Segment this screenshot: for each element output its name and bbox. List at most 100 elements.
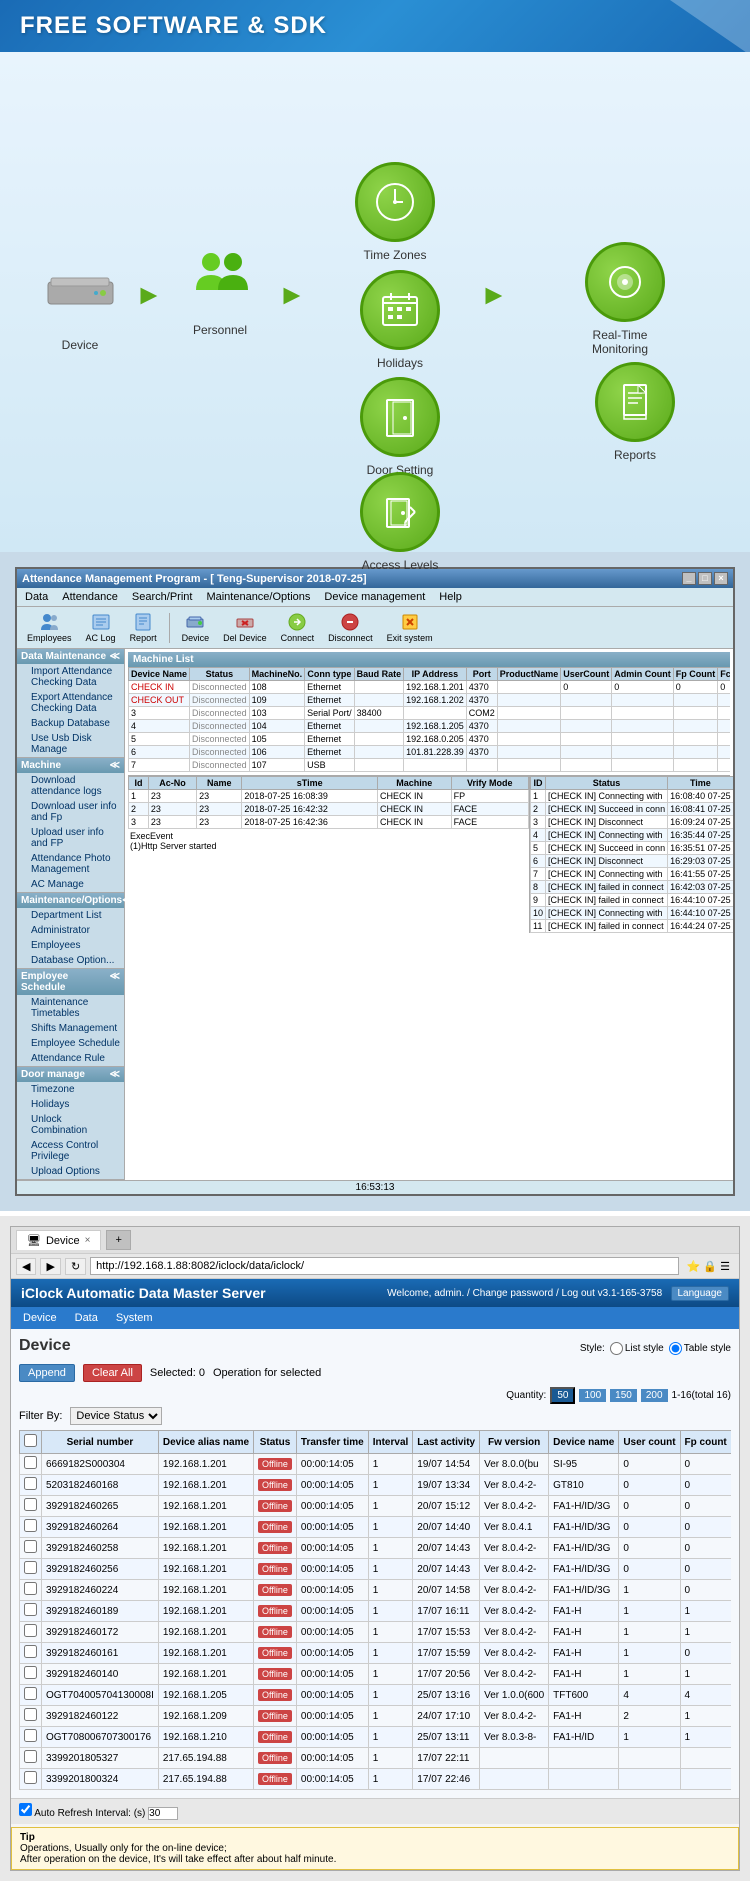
sidebar-admin[interactable]: Administrator bbox=[17, 923, 124, 938]
log-cell-status: [CHECK IN] Connecting with bbox=[546, 829, 668, 842]
sidebar-export[interactable]: Export Attendance Checking Data bbox=[17, 690, 124, 716]
filter-select[interactable]: Device Status bbox=[70, 1407, 162, 1425]
row-check[interactable] bbox=[24, 1729, 37, 1742]
tab-close-icon[interactable]: × bbox=[85, 1235, 91, 1246]
table-style-input[interactable] bbox=[669, 1342, 682, 1355]
sidebar-employees[interactable]: Employees bbox=[17, 938, 124, 953]
row-check[interactable] bbox=[24, 1477, 37, 1490]
sidebar-ac-manage[interactable]: AC Manage bbox=[17, 877, 124, 892]
qty-50[interactable]: 50 bbox=[550, 1387, 575, 1404]
menu-device[interactable]: Device management bbox=[321, 590, 428, 604]
auto-refresh-check[interactable] bbox=[19, 1803, 32, 1816]
row-check[interactable] bbox=[24, 1687, 37, 1700]
table-cell: 109 bbox=[249, 694, 305, 707]
table-cell: 4370 bbox=[466, 733, 497, 746]
toolbar-aclog[interactable]: AC Log bbox=[81, 610, 121, 645]
toolbar-del-device[interactable]: Del Device bbox=[218, 610, 272, 645]
menu-data[interactable]: Data bbox=[22, 590, 51, 604]
row-check[interactable] bbox=[24, 1498, 37, 1511]
qty-150[interactable]: 150 bbox=[610, 1389, 637, 1402]
append-btn[interactable]: Append bbox=[19, 1364, 75, 1382]
row-check[interactable] bbox=[24, 1708, 37, 1721]
web-nav-device[interactable]: Device bbox=[19, 1310, 61, 1326]
sidebar-download-logs[interactable]: Download attendance logs bbox=[17, 773, 124, 799]
auto-refresh-input[interactable] bbox=[148, 1807, 178, 1820]
sidebar-holidays[interactable]: Holidays bbox=[17, 1097, 124, 1112]
nav-forward[interactable]: ▶ bbox=[40, 1258, 60, 1275]
row-check[interactable] bbox=[24, 1624, 37, 1637]
qty-200[interactable]: 200 bbox=[641, 1389, 668, 1402]
web-nav-system[interactable]: System bbox=[112, 1310, 157, 1326]
win-maximize[interactable]: □ bbox=[698, 572, 712, 585]
row-check[interactable] bbox=[24, 1456, 37, 1469]
web-table-cell bbox=[20, 1475, 42, 1496]
row-check[interactable] bbox=[24, 1582, 37, 1595]
nav-back[interactable]: ◀ bbox=[16, 1258, 36, 1275]
win-minimize[interactable]: _ bbox=[682, 572, 696, 585]
sidebar-upload-options[interactable]: Upload Options bbox=[17, 1164, 124, 1179]
sidebar-backup[interactable]: Backup Database bbox=[17, 716, 124, 731]
table-cell bbox=[561, 759, 612, 772]
nav-refresh[interactable]: ↻ bbox=[65, 1258, 86, 1275]
web-table-cell: 17/07 16:11 bbox=[413, 1601, 480, 1622]
toolbar-device[interactable]: Device bbox=[177, 610, 215, 645]
browser-tab[interactable]: 🖥 Device × bbox=[16, 1230, 101, 1250]
sidebar-access-privilege[interactable]: Access Control Privilege bbox=[17, 1138, 124, 1164]
clear-all-btn[interactable]: Clear All bbox=[83, 1364, 142, 1382]
toolbar-employees[interactable]: Employees bbox=[22, 610, 77, 645]
list-style-radio[interactable]: List style bbox=[610, 1342, 664, 1355]
new-tab-btn[interactable]: + bbox=[106, 1230, 130, 1250]
table-style-radio[interactable]: Table style bbox=[669, 1342, 731, 1355]
table-cell: 104 bbox=[249, 720, 305, 733]
table-cell: 7 bbox=[129, 759, 190, 772]
sidebar-db[interactable]: Database Option... bbox=[17, 953, 124, 968]
row-check[interactable] bbox=[24, 1519, 37, 1532]
toolbar-disconnect[interactable]: Disconnect bbox=[323, 610, 378, 645]
sidebar-machine-header: Machine ≪ bbox=[17, 758, 124, 773]
sidebar-emp-schedule[interactable]: Employee Schedule bbox=[17, 1036, 124, 1051]
row-check[interactable] bbox=[24, 1666, 37, 1679]
table-row: 3929182460172192.168.1.201Offline00:00:1… bbox=[20, 1622, 732, 1643]
row-check[interactable] bbox=[24, 1603, 37, 1616]
table-cell: 106 bbox=[249, 746, 305, 759]
sidebar-upload-user[interactable]: Upload user info and FP bbox=[17, 825, 124, 851]
language-btn[interactable]: Language bbox=[671, 1286, 730, 1301]
sidebar-timezone[interactable]: Timezone bbox=[17, 1082, 124, 1097]
table-row: 6669182S000304192.168.1.201Offline00:00:… bbox=[20, 1454, 732, 1475]
web-table-cell: 1 bbox=[368, 1769, 413, 1790]
sidebar-download-user[interactable]: Download user info and Fp bbox=[17, 799, 124, 825]
web-table-cell bbox=[20, 1517, 42, 1538]
row-check[interactable] bbox=[24, 1645, 37, 1658]
sidebar-import[interactable]: Import Attendance Checking Data bbox=[17, 664, 124, 690]
menu-search[interactable]: Search/Print bbox=[129, 590, 196, 604]
diagram-container: Device ► Personnel ► bbox=[20, 82, 730, 502]
win-controls[interactable]: _ □ × bbox=[682, 572, 728, 585]
row-check[interactable] bbox=[24, 1540, 37, 1553]
qty-100[interactable]: 100 bbox=[579, 1389, 606, 1402]
sidebar-att-rule[interactable]: Attendance Rule bbox=[17, 1051, 124, 1066]
menu-attendance[interactable]: Attendance bbox=[59, 590, 121, 604]
select-all-check[interactable] bbox=[24, 1434, 37, 1447]
auto-refresh-label[interactable]: Auto Refresh Interval: (s) bbox=[19, 1808, 178, 1819]
web-table-cell: 0 bbox=[680, 1454, 731, 1475]
toolbar-exit[interactable]: Exit system bbox=[382, 610, 438, 645]
table-cell: 3 bbox=[129, 816, 149, 829]
browser-nav: ◀ ▶ ↻ ⭐ 🔒 ☰ bbox=[11, 1254, 739, 1279]
sidebar-usb[interactable]: Use Usb Disk Manage bbox=[17, 731, 124, 757]
menu-help[interactable]: Help bbox=[436, 590, 465, 604]
row-check[interactable] bbox=[24, 1561, 37, 1574]
row-check[interactable] bbox=[24, 1750, 37, 1763]
web-nav-data[interactable]: Data bbox=[71, 1310, 102, 1326]
sidebar-timetables[interactable]: Maintenance Timetables bbox=[17, 995, 124, 1021]
address-bar[interactable] bbox=[90, 1257, 678, 1275]
sidebar-shifts[interactable]: Shifts Management bbox=[17, 1021, 124, 1036]
win-close[interactable]: × bbox=[714, 572, 728, 585]
row-check[interactable] bbox=[24, 1771, 37, 1784]
list-style-input[interactable] bbox=[610, 1342, 623, 1355]
menu-maintenance[interactable]: Maintenance/Options bbox=[203, 590, 313, 604]
sidebar-unlock[interactable]: Unlock Combination bbox=[17, 1112, 124, 1138]
toolbar-connect[interactable]: Connect bbox=[276, 610, 320, 645]
toolbar-report[interactable]: Report bbox=[125, 610, 162, 645]
sidebar-dept[interactable]: Department List bbox=[17, 908, 124, 923]
sidebar-photo[interactable]: Attendance Photo Management bbox=[17, 851, 124, 877]
